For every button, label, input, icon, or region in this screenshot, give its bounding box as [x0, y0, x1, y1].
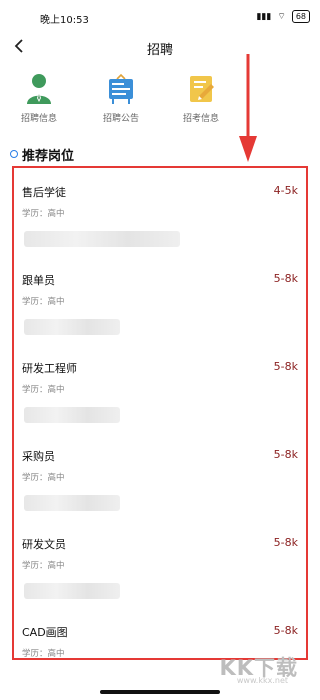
exam-note-icon	[190, 76, 214, 102]
job-item[interactable]: 研发工程师 5-8k 学历：高中	[14, 344, 306, 432]
job-item[interactable]: 采购员 5-8k 学历：高中	[14, 432, 306, 520]
watermark: KK下载 www.kkx.net	[190, 650, 310, 690]
job-title: CAD画图	[22, 626, 68, 639]
job-salary: 5-8k	[273, 448, 298, 461]
job-title: 售后学徒	[22, 186, 66, 199]
status-bar: 晚上10:53 ▮▮▮ ⌔ 68	[0, 0, 320, 34]
section-header: 推荐岗位	[10, 146, 75, 164]
section-title: 推荐岗位	[22, 148, 75, 164]
status-icons: ▮▮▮ ⌔ 68	[256, 10, 310, 23]
job-salary: 5-8k	[273, 536, 298, 549]
job-item[interactable]: 研发文员 5-8k 学历：高中	[14, 520, 306, 608]
job-education: 学历：高中	[22, 473, 65, 483]
nav-bar: 招聘	[0, 34, 320, 60]
blurred-company-info	[24, 495, 120, 511]
quick-link-exam-info[interactable]: 招考信息	[166, 72, 236, 124]
quick-link-label: 招聘公告	[102, 114, 139, 124]
job-title: 跟单员	[22, 274, 55, 287]
arrow-down-icon	[239, 54, 257, 162]
job-list: 售后学徒 4-5k 学历：高中 跟单员 5-8k 学历：高中 研发工程师 5-8…	[12, 166, 308, 660]
job-item[interactable]: 售后学徒 4-5k 学历：高中	[14, 168, 306, 256]
person-icon	[27, 74, 51, 104]
blurred-company-info	[24, 583, 120, 599]
job-education: 学历：高中	[22, 385, 65, 395]
job-salary: 5-8k	[273, 624, 298, 637]
section-dot-icon	[10, 150, 18, 158]
job-title: 研发工程师	[22, 362, 77, 375]
job-title: 采购员	[22, 450, 55, 463]
page-title: 招聘	[146, 43, 173, 58]
signal-icon: ▮▮▮	[256, 11, 272, 22]
battery-icon: 68	[291, 10, 310, 23]
job-item[interactable]: 跟单员 5-8k 学历：高中	[14, 256, 306, 344]
bulletin-board-icon	[109, 73, 133, 104]
blurred-company-info	[24, 407, 120, 423]
home-indicator	[100, 690, 220, 694]
job-salary: 4-5k	[273, 184, 298, 197]
job-education: 学历：高中	[22, 561, 65, 571]
blurred-company-info	[24, 319, 120, 335]
job-salary: 5-8k	[273, 272, 298, 285]
quick-link-label: 招考信息	[182, 114, 219, 124]
quick-link-recruitment-notice[interactable]: 招聘公告	[86, 72, 156, 124]
job-title: 研发文员	[22, 538, 66, 551]
quick-links: 招聘信息 招聘公告 招考信息	[0, 72, 320, 130]
blurred-company-info	[24, 231, 180, 247]
quick-link-label: 招聘信息	[20, 114, 57, 124]
job-education: 学历：高中	[22, 209, 65, 219]
watermark-url: www.kkx.net	[236, 676, 288, 685]
job-education: 学历：高中	[22, 649, 65, 659]
job-education: 学历：高中	[22, 297, 65, 307]
status-time: 晚上10:53	[40, 15, 89, 26]
wifi-icon: ⌔	[277, 12, 286, 22]
quick-link-recruitment-info[interactable]: 招聘信息	[4, 72, 74, 124]
job-salary: 5-8k	[273, 360, 298, 373]
